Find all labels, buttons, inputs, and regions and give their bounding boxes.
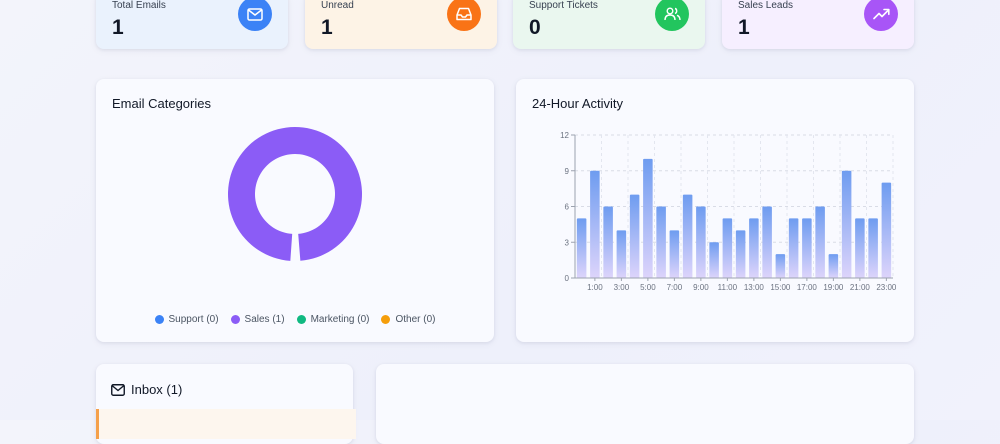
bar-8:00[interactable] [682,194,693,278]
x-tick-label: 7:00 [667,283,683,292]
y-tick-label: 0 [565,274,570,283]
bar-2:00[interactable] [603,206,613,279]
mail-icon [111,383,125,401]
categories-legend: Support (0) Sales (1) Marketing (0) Other (… [96,314,494,325]
inbox-title: Inbox (1) [131,382,183,397]
x-tick-label: 23:00 [876,283,897,292]
activity-bar-chart: 0 3 6 9 12 1:00 3:00 5:00 7:00 9:00 11:00 13:00 15:0… [560,131,897,292]
stat-value: 1 [112,16,124,39]
x-tick-label: 17:00 [797,283,818,292]
stat-value: 1 [321,16,333,39]
stat-card-total-emails: Total Emails 1 [96,0,288,49]
legend-label: Support (0) [168,314,219,325]
x-tick-label: 3:00 [614,283,630,292]
trending-up-icon [864,0,898,31]
legend-dot [154,315,164,324]
bar-22:00[interactable] [868,218,878,278]
bar-19:00[interactable] [828,254,839,278]
legend-dot [296,315,306,324]
inbox-panel: Inbox (1) [96,364,356,444]
bar-6:00[interactable] [656,206,666,279]
email-detail-panel [376,364,914,444]
donut-slice-sales[interactable] [228,127,362,261]
legend-label: Other (0) [395,314,436,325]
bar-23:00[interactable] [881,182,892,278]
inbox-first-item[interactable] [96,409,356,439]
x-tick-label: 21:00 [850,283,871,292]
bar-20:00[interactable] [841,170,852,278]
stat-value: 1 [738,16,750,39]
stat-label: Unread [321,0,354,11]
x-tick-label: 13:00 [744,283,765,292]
x-tick-label: 19:00 [823,283,844,292]
bar-17:00[interactable] [802,218,812,278]
bar-3:00[interactable] [616,230,627,278]
bar-0:00[interactable] [576,218,587,278]
bar-16:00[interactable] [788,218,799,278]
legend-label: Marketing (0) [310,314,370,325]
legend-dot [381,315,391,324]
legend-item-sales[interactable]: Sales (1) [230,314,285,325]
stat-label: Support Tickets [529,0,598,11]
email-categories-panel: Email Categories Support (0) Sales (1) Mar… [96,79,494,342]
bar-12:00[interactable] [735,230,746,278]
bar-4:00[interactable] [629,194,640,278]
activity-title: 24-Hour Activity [532,96,624,111]
legend-item-marketing[interactable]: Marketing (0) [296,314,370,325]
bar-21:00[interactable] [855,218,865,278]
y-tick-label: 6 [565,203,570,212]
y-tick-label: 3 [565,238,570,247]
bar-15:00[interactable] [775,254,786,278]
bar-11:00[interactable] [722,218,733,278]
bar-13:00[interactable] [749,218,759,278]
mail-icon [238,0,272,31]
stat-value: 0 [529,16,541,39]
x-tick-label: 9:00 [693,283,709,292]
bar-14:00[interactable] [762,206,772,279]
stat-label: Sales Leads [738,0,794,11]
legend-item-other[interactable]: Other (0) [381,314,435,325]
bar-5:00[interactable] [643,158,653,278]
stat-card-support-tickets: Support Tickets 0 [513,0,705,49]
x-tick-label: 15:00 [770,283,791,292]
bar-18:00[interactable] [815,206,825,279]
x-tick-label: 11:00 [718,283,738,292]
bar-1:00[interactable] [590,170,600,278]
bar-9:00[interactable] [696,206,706,279]
x-tick-label: 1:00 [587,283,603,292]
legend-label: Sales (1) [244,314,285,325]
users-icon [655,0,689,31]
bar-10:00[interactable] [709,242,719,278]
y-tick-label: 12 [560,131,569,140]
stat-card-sales-leads: Sales Leads 1 [722,0,914,49]
legend-item-support[interactable]: Support (0) [154,314,219,325]
inbox-icon [447,0,481,31]
y-tick-label: 9 [565,167,570,176]
stat-label: Total Emails [112,0,166,11]
activity-panel: 24-Hour Activity 0 3 6 9 12 1:00 3:00 5:00 7:00 9… [516,79,914,342]
bar-7:00[interactable] [669,230,680,278]
email-categories-title: Email Categories [112,96,211,111]
categories-donut-chart [228,127,362,261]
stat-card-unread: Unread 1 [305,0,497,49]
x-tick-label: 5:00 [640,283,656,292]
legend-dot [230,315,240,324]
